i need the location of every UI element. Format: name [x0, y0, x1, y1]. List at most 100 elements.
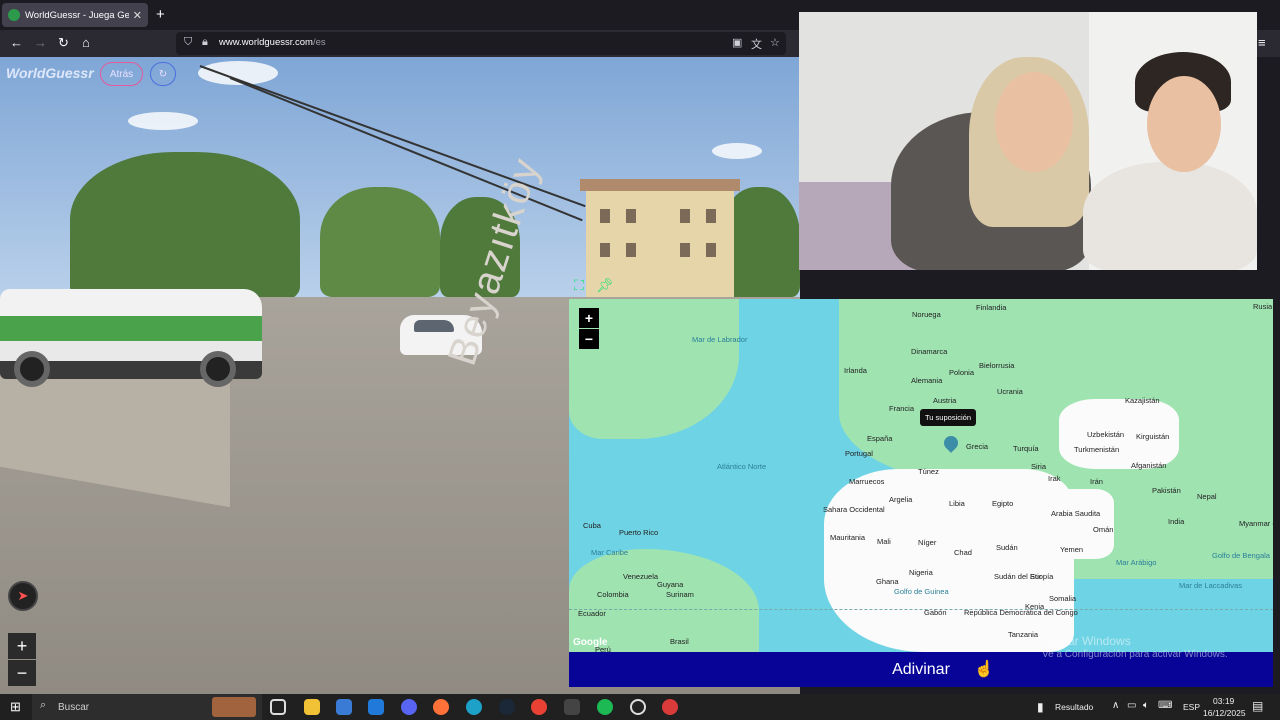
epic-games-icon[interactable]	[564, 699, 580, 715]
map-label: Irak	[1048, 474, 1061, 483]
map-label: Irán	[1090, 477, 1103, 486]
map-label: Guyana	[657, 580, 684, 589]
translate-icon[interactable]: 文	[751, 36, 762, 52]
mail-icon[interactable]	[368, 699, 384, 715]
map-label: España	[867, 434, 893, 443]
face	[1147, 76, 1221, 172]
zoom-in-button[interactable]: +	[8, 633, 36, 659]
map-label: Chad	[954, 548, 972, 557]
map-label: Polonia	[949, 368, 975, 377]
compass-icon[interactable]: ➤	[8, 581, 38, 611]
map-label: Austria	[933, 396, 957, 405]
app-icon[interactable]	[662, 699, 678, 715]
tray-chevron-icon[interactable]: ∧	[1112, 700, 1119, 711]
cloud	[128, 112, 198, 130]
bookmark-star-icon[interactable]: ☆	[770, 36, 780, 49]
tab-worldguessr[interactable]: WorldGuessr - Juega GeoG ✕	[2, 3, 148, 27]
worldguessr-logo[interactable]: WorldGuessr	[6, 65, 94, 81]
clock-time[interactable]: 03:19	[1213, 696, 1234, 706]
window	[706, 209, 716, 223]
search-highlight-icon	[212, 697, 256, 717]
search-icon: ⌕	[40, 699, 47, 711]
map-label: Túnez	[918, 467, 939, 476]
new-tab-button[interactable]: +	[156, 6, 165, 23]
store-icon[interactable]	[336, 699, 352, 715]
window	[680, 209, 690, 223]
volume-icon[interactable]: 🔈︎	[1143, 700, 1149, 711]
bus-wheel	[14, 351, 50, 387]
map-label: Libia	[949, 499, 965, 508]
file-explorer-icon[interactable]	[304, 699, 320, 715]
map-label: Kirguistán	[1136, 432, 1170, 441]
url-host: www.worldguessr.com	[219, 37, 313, 48]
firefox-icon[interactable]	[433, 699, 449, 715]
language-indicator[interactable]: ESP	[1183, 702, 1200, 712]
map-zoom-in-button[interactable]: +	[579, 308, 599, 328]
reader-view-icon[interactable]: ▣	[732, 36, 742, 49]
map-label: Sudán	[996, 543, 1018, 552]
battery-app-icon[interactable]: ▮	[1037, 700, 1044, 714]
notifications-icon[interactable]: ▤	[1252, 699, 1263, 713]
map-label: Egipto	[992, 499, 1014, 508]
back-arrow-icon[interactable]: ←	[10, 35, 23, 51]
shield-icon[interactable]: ⛉	[184, 36, 192, 49]
map-label: Golfo de Bengala	[1212, 551, 1270, 560]
google-logo: Google	[573, 637, 608, 648]
guess-map[interactable]: Finlandia Rusia Noruega Mar de Labrador Dina…	[569, 299, 1273, 652]
map-label: Argelia	[889, 495, 913, 504]
keyboard-icon[interactable]: ⌨	[1158, 700, 1172, 711]
map-label: Brasil	[670, 637, 689, 646]
face	[995, 72, 1073, 172]
map-label: Mauritania	[830, 533, 866, 542]
search-placeholder: Buscar	[58, 701, 90, 713]
menu-hamburger-icon[interactable]: ≡	[1258, 35, 1266, 51]
window	[626, 209, 636, 223]
map-label: Colombia	[597, 590, 629, 599]
pin-map-icon[interactable]: 📌︎	[596, 276, 614, 294]
home-icon[interactable]: ⌂	[82, 35, 90, 51]
result-label[interactable]: Resultado	[1055, 702, 1093, 712]
obs-icon[interactable]	[630, 699, 646, 715]
map-label: Marruecos	[849, 477, 885, 486]
map-label: Myanmar (Birmania)	[1239, 519, 1273, 528]
close-tab-icon[interactable]: ✕	[133, 9, 142, 22]
map-label: Siria	[1031, 462, 1047, 471]
chrome-icon[interactable]	[531, 699, 547, 715]
map-label: Níger	[918, 538, 937, 547]
map-label: Ecuador	[578, 609, 606, 618]
map-label: Turquía	[1013, 444, 1039, 453]
windows-start-icon[interactable]: ⊞	[10, 699, 21, 715]
reload-icon[interactable]: ↻	[58, 35, 69, 51]
steam-icon[interactable]	[499, 699, 515, 715]
map-label: Sudán del Sur	[994, 572, 1042, 581]
map-label: Mali	[877, 537, 891, 546]
map-label: República Democrática del Congo	[964, 608, 1078, 617]
windows-taskbar: ⊞ ⌕ Buscar ▮ Resultado ∧ ▭ 🔈︎ ⌨ ESP 03:1…	[0, 694, 1280, 720]
map-label: India	[1168, 517, 1185, 526]
task-view-icon[interactable]	[270, 699, 286, 715]
map-label: Mar de Labrador	[692, 335, 748, 344]
map-zoom-out-button[interactable]: −	[579, 329, 599, 349]
map-label: Yemen	[1060, 545, 1084, 554]
taskbar-search[interactable]: ⌕ Buscar	[32, 694, 262, 720]
map-label: Alemania	[911, 376, 943, 385]
window	[600, 243, 610, 257]
lock-icon[interactable]: 🔒︎	[202, 36, 208, 49]
discord-icon[interactable]	[401, 699, 417, 715]
zoom-out-button[interactable]: −	[8, 660, 36, 686]
map-label: Ghana	[876, 577, 899, 586]
globe-favicon-icon	[8, 9, 20, 21]
spotify-icon[interactable]	[597, 699, 613, 715]
activate-windows-watermark: Activar Windows Ve a Configuración para …	[1042, 634, 1228, 662]
map-label: Venezuela	[623, 572, 659, 581]
clock-date[interactable]: 16/12/2025	[1203, 708, 1246, 718]
refresh-location-button[interactable]: ↻	[150, 62, 176, 86]
network-icon[interactable]: ▭	[1127, 700, 1136, 711]
forward-arrow-icon[interactable]: →	[34, 35, 47, 51]
back-button[interactable]: Atrás	[100, 62, 143, 86]
address-bar[interactable]: ⛉ 🔒︎ www.worldguessr.com/es ▣ 文 ☆	[176, 32, 786, 55]
expand-map-icon[interactable]: ⛶	[570, 276, 588, 294]
map-label: Somalia	[1049, 594, 1077, 603]
map-label: Nigeria	[909, 568, 933, 577]
edge-icon[interactable]	[466, 699, 482, 715]
